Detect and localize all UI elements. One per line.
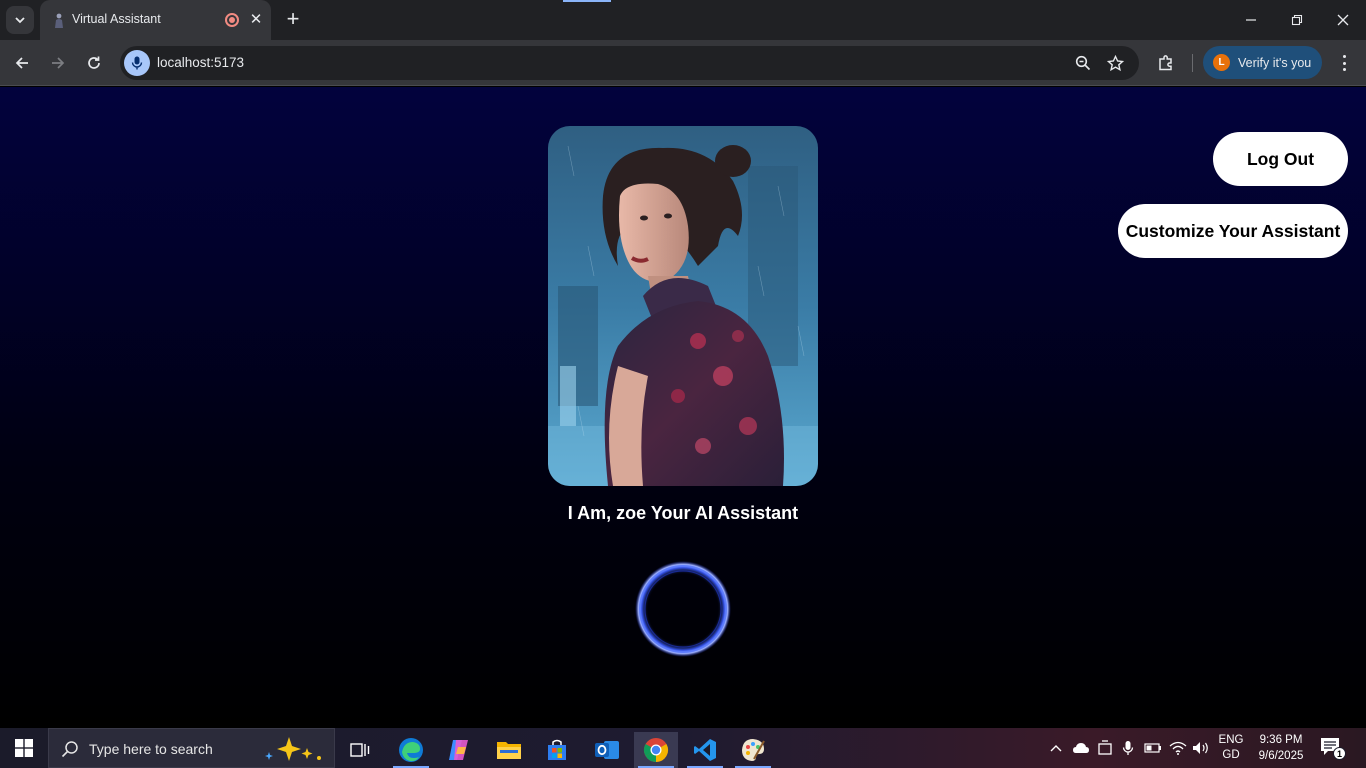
zoom-icon[interactable] [1073,53,1093,73]
notification-badge: 1 [1333,747,1346,760]
taskbar-outlook[interactable] [585,732,629,768]
tab-favicon-icon [51,12,67,28]
voice-activity-ring [634,560,732,658]
reload-icon [88,56,100,69]
reload-button[interactable] [80,49,108,77]
recording-icon [225,13,239,27]
notification-center-button[interactable]: 1 [1320,737,1346,761]
voice-ring-icon [635,561,731,657]
language-indicator[interactable]: ENG GD [1216,733,1246,763]
extensions-button[interactable] [1152,49,1180,77]
profile-avatar: L [1213,54,1230,71]
restore-button[interactable] [1274,0,1320,40]
windows-logo-icon [15,739,33,757]
assistant-image [548,126,818,486]
address-bar[interactable]: localhost:5173 [120,46,1139,80]
forward-button[interactable] [44,49,72,77]
logout-button[interactable]: Log Out [1213,132,1348,186]
puzzle-icon [1159,55,1172,71]
layout-code: GD [1222,749,1240,761]
url-text: localhost:5173 [157,55,245,70]
taskbar-edge[interactable] [389,732,433,768]
minimize-icon [1246,19,1256,21]
assistant-portrait-image [548,126,818,486]
tab-title: Virtual Assistant [72,12,161,26]
windows-taskbar: Type here to search ENG GD 9:36 PM 9/6/2… [0,728,1366,768]
browser-toolbar: localhost:5173 L Verify it's you [0,40,1366,86]
zoom-magnifier-icon [1075,55,1091,71]
wifi-icon [1169,741,1187,755]
chevron-down-icon [15,17,25,24]
minimize-button[interactable] [1228,0,1274,40]
restore-icon [1291,14,1303,26]
arrow-right-icon [52,57,65,69]
taskbar-chrome[interactable] [634,732,678,768]
close-tab-icon[interactable]: ✕ [247,11,265,29]
tray-battery[interactable] [1142,728,1164,768]
verify-profile-button[interactable]: L Verify it's you [1203,46,1322,79]
tray-volume[interactable] [1190,728,1212,768]
taskbar-copilot[interactable] [437,732,481,768]
chrome-icon [643,738,669,762]
edge-icon [399,738,423,762]
tray-overflow-button[interactable] [1046,728,1066,768]
tab-search-button[interactable] [6,6,34,34]
taskbar-vscode[interactable] [683,732,727,768]
speaker-icon [1193,742,1208,754]
bookmark-star-icon[interactable] [1105,53,1125,73]
close-icon [1337,14,1349,26]
chevron-up-icon [1050,745,1062,752]
customize-assistant-button[interactable]: Customize Your Assistant [1118,204,1348,258]
close-window-button[interactable] [1320,0,1366,40]
arrow-left-icon [15,57,28,69]
task-view-button[interactable] [338,732,382,768]
copilot-icon [449,740,468,760]
search-highlight-icon [265,737,321,761]
taskbar-clock[interactable]: 9:36 PM 9/6/2025 [1252,732,1310,764]
tab-virtual-assistant[interactable]: Virtual Assistant ✕ [40,0,271,40]
search-placeholder: Type here to search [89,741,213,757]
taskbar-store[interactable] [535,732,579,768]
taskbar-paint[interactable] [731,732,775,768]
battery-icon [1144,743,1161,753]
clock-date: 9/6/2025 [1258,750,1304,762]
cloud-icon [1073,743,1089,753]
browser-menu-icon[interactable] [1334,52,1354,74]
taskbar-search-box[interactable]: Type here to search [48,728,335,768]
store-icon [548,739,566,760]
task-view-icon [350,743,370,757]
search-icon [61,741,78,758]
outlook-icon [595,741,619,759]
assistant-page: I Am, zoe Your AI Assistant Log Out Cust… [0,87,1366,728]
start-button[interactable] [0,728,48,768]
tray-microphone[interactable] [1118,728,1138,768]
tray-onedrive[interactable] [1070,728,1092,768]
assistant-heading: I Am, zoe Your AI Assistant [567,503,799,523]
folder-icon [497,742,521,759]
verify-label: Verify it's you [1238,55,1312,70]
microphone-in-use-icon[interactable] [124,50,150,76]
microphone-icon [131,56,143,70]
vscode-icon [694,739,716,761]
screen-share-icon [1098,740,1112,755]
tab-strip: Virtual Assistant ✕ + [0,0,1366,40]
toolbar-divider [1192,54,1193,72]
lang-code: ENG [1218,734,1244,746]
tray-wifi[interactable] [1167,728,1189,768]
taskbar-file-explorer[interactable] [487,732,531,768]
clock-time: 9:36 PM [1259,734,1303,746]
microphone-icon [1122,741,1134,755]
paint-palette-icon [742,739,765,761]
tray-meet[interactable] [1095,728,1115,768]
back-button[interactable] [8,49,36,77]
drag-indicator [563,0,611,2]
star-icon [1106,54,1124,71]
new-tab-button[interactable]: + [282,8,304,31]
